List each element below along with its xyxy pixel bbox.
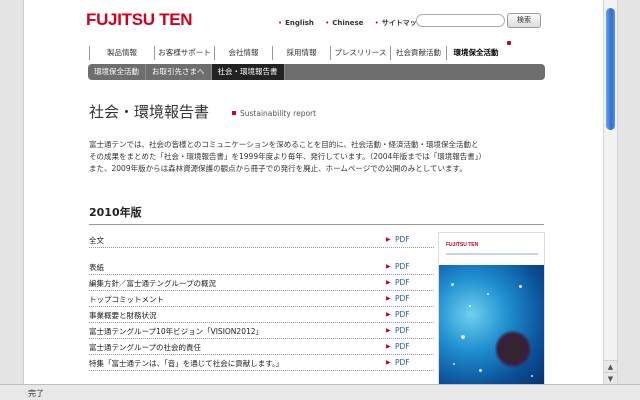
global-nav-item[interactable]: 製品情報: [89, 46, 155, 60]
cover-performers-photo: [495, 329, 531, 369]
pdf-arrow-icon: ▶: [386, 236, 391, 243]
page-title-english: Sustainability report: [240, 109, 317, 118]
document-row: 事業概要と財務状況 ▶ PDF: [89, 307, 434, 323]
pdf-link[interactable]: PDF: [395, 326, 410, 335]
intro-text: 富士通テンでは、社会の皆様とのコミュニケーションを深めることを目的に、社会活動・…: [89, 139, 549, 175]
intro-line: その成果をまとめた「社会・環境報告書」を1999年度より毎年、発行しています。（…: [89, 152, 487, 161]
pdf-link[interactable]: PDF: [395, 278, 410, 287]
pdf-link[interactable]: PDF: [395, 358, 410, 367]
status-bar: 完了: [0, 384, 640, 400]
title-marker-icon: [232, 111, 236, 115]
cover-water-photo: [439, 265, 544, 384]
sub-nav-item[interactable]: 社会・環境報告書: [211, 64, 285, 80]
utility-link-english[interactable]: • English: [278, 19, 314, 27]
document-title: 特集「富士通テンは、「音」を通じて社会に貢献します。」: [89, 359, 284, 368]
document-row: 表紙 ▶ PDF: [89, 259, 434, 275]
pdf-arrow-icon: ▶: [386, 295, 391, 302]
web-page: FUJITSU TEN • English • Chinese • サイトマップ 検索…: [25, 0, 603, 384]
vertical-scrollbar[interactable]: ▲ ▼: [603, 0, 618, 384]
document-title: トップコミットメント: [89, 295, 164, 304]
report-cover-image[interactable]: FUJITSU TEN: [438, 232, 545, 384]
document-list: 全文 ▶ PDF 表紙 ▶ PDF 編集方針／富士通テングループの概況 ▶ PDF トップコミット…: [89, 232, 434, 371]
scrollbar-thumb[interactable]: [606, 8, 615, 130]
document-row: 富士通テングループの社会的責任 ▶ PDF: [89, 339, 434, 355]
pdf-arrow-icon: ▶: [386, 359, 391, 366]
global-nav-item[interactable]: プレスリリース: [331, 46, 391, 60]
pdf-link[interactable]: PDF: [395, 342, 410, 351]
year-heading: 2010年版: [89, 206, 142, 219]
document-title: 富士通テングループの社会的責任: [89, 343, 202, 352]
global-nav: 製品情報 お客様サポート 会社情報 採用情報 プレスリリース 社会貢献活動 環境保全活動: [89, 46, 545, 60]
active-nav-marker-icon: [507, 41, 511, 45]
pdf-link[interactable]: PDF: [395, 235, 410, 244]
pdf-arrow-icon: ▶: [386, 263, 391, 270]
document-title: 全文: [89, 236, 104, 245]
pdf-arrow-icon: ▶: [386, 311, 391, 318]
pdf-arrow-icon: ▶: [386, 343, 391, 350]
document-title: 事業概要と財務状況: [89, 311, 157, 320]
document-title: 富士通テングループ10年ビジョン「VISION2012」: [89, 327, 264, 336]
pdf-link[interactable]: PDF: [395, 310, 410, 319]
global-nav-item[interactable]: 社会貢献活動: [391, 46, 447, 60]
global-nav-item[interactable]: 採用情報: [273, 46, 331, 60]
document-row: 富士通テングループ10年ビジョン「VISION2012」 ▶ PDF: [89, 323, 434, 339]
scroll-down-arrow-icon[interactable]: ▼: [604, 372, 617, 384]
heading-divider: [89, 224, 544, 225]
company-logo[interactable]: FUJITSU TEN: [86, 10, 193, 30]
sub-nav-item[interactable]: 環境保全活動: [88, 64, 146, 80]
browser-left-chrome: [0, 0, 24, 400]
scroll-up-arrow-icon[interactable]: ▲: [604, 360, 617, 372]
document-row: 特集「富士通テンは、「音」を通じて社会に貢献します。」 ▶ PDF: [89, 355, 434, 371]
global-nav-item[interactable]: 会社情報: [215, 46, 273, 60]
global-nav-item[interactable]: お客様サポート: [155, 46, 215, 60]
document-row: 編集方針／富士通テングループの概況 ▶ PDF: [89, 275, 434, 291]
utility-links: • English • Chinese • サイトマップ: [278, 18, 433, 28]
cover-subtitle-bar: [446, 253, 538, 255]
document-row: 全文 ▶ PDF: [89, 232, 434, 248]
intro-line: また、2009年版からは森林資源保護の観点から冊子での発行を廃止、ホームページで…: [89, 164, 467, 173]
status-text: 完了: [28, 389, 44, 398]
intro-line: 富士通テンでは、社会の皆様とのコミュニケーションを深めることを目的に、社会活動・…: [89, 140, 479, 149]
global-nav-item[interactable]: 環境保全活動: [447, 46, 505, 60]
document-title: 編集方針／富士通テングループの概況: [89, 279, 217, 288]
search-button[interactable]: 検索: [507, 13, 541, 28]
utility-link-chinese[interactable]: • Chinese: [325, 19, 363, 27]
document-title: 表紙: [89, 263, 104, 272]
pdf-link[interactable]: PDF: [395, 294, 410, 303]
pdf-link[interactable]: PDF: [395, 262, 410, 271]
sub-nav-item[interactable]: お取引先さまへ: [146, 64, 212, 80]
document-row: トップコミットメント ▶ PDF: [89, 291, 434, 307]
sub-nav: 環境保全活動 お取引先さまへ 社会・環境報告書: [88, 64, 545, 80]
pdf-arrow-icon: ▶: [386, 327, 391, 334]
search-input[interactable]: [416, 14, 505, 27]
page-title: 社会・環境報告書: [89, 103, 210, 121]
cover-logo: FUJITSU TEN: [446, 242, 479, 248]
pdf-arrow-icon: ▶: [386, 279, 391, 286]
